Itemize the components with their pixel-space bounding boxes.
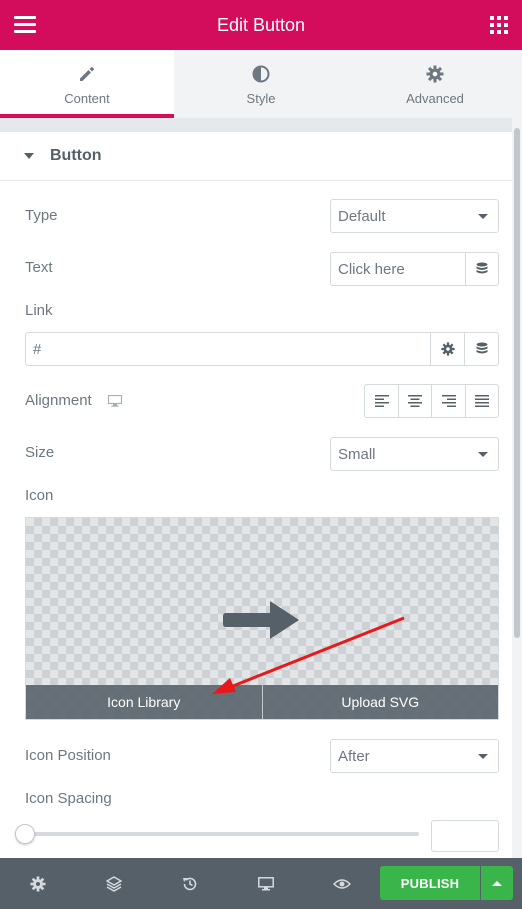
desktop-responsive-icon[interactable] <box>107 394 123 412</box>
tab-divider <box>0 118 522 132</box>
panel-title: Edit Button <box>216 14 306 35</box>
preview-eye-icon[interactable] <box>304 858 380 909</box>
link-control <box>25 332 499 366</box>
caret-down-icon <box>24 153 34 159</box>
icon-spacing-label: Icon Spacing <box>25 790 112 807</box>
icon-spacing-slider-handle[interactable] <box>15 824 35 844</box>
align-right-icon[interactable] <box>431 385 464 417</box>
icon-spacing-slider-track[interactable] <box>25 832 419 836</box>
tab-advanced-label: Advanced <box>406 90 464 106</box>
type-select-value: Default <box>338 207 386 225</box>
link-dynamic-tags-icon[interactable] <box>464 333 498 365</box>
caret-up-icon <box>492 880 502 886</box>
grid-icon[interactable] <box>490 16 508 34</box>
chevron-down-icon <box>478 452 488 457</box>
hamburger-icon[interactable] <box>14 16 36 34</box>
section-title: Button <box>50 147 102 164</box>
tab-advanced[interactable]: Advanced <box>348 50 522 118</box>
annotation-arrow-icon <box>212 616 405 694</box>
responsive-icon[interactable] <box>228 858 304 909</box>
size-select[interactable]: Small <box>330 437 499 471</box>
chevron-down-icon <box>478 754 488 759</box>
link-input[interactable] <box>26 333 430 365</box>
tab-content-label: Content <box>64 90 110 106</box>
panel-tabs: Content Style Advanced <box>0 50 522 118</box>
align-center-icon[interactable] <box>398 385 431 417</box>
icon-position-label: Icon Position <box>25 747 111 764</box>
half-circle-icon <box>252 63 270 85</box>
dynamic-tags-icon[interactable] <box>465 253 498 285</box>
tab-style[interactable]: Style <box>174 50 348 118</box>
gear-icon <box>426 63 444 85</box>
link-options-gear-icon[interactable] <box>430 333 464 365</box>
icon-label: Icon <box>25 487 54 504</box>
scrollbar-thumb[interactable] <box>514 128 520 638</box>
pencil-icon <box>78 63 96 85</box>
align-left-icon[interactable] <box>365 385 398 417</box>
align-justify-icon[interactable] <box>464 385 498 417</box>
type-select[interactable]: Default <box>330 199 499 233</box>
tab-content[interactable]: Content <box>0 50 174 118</box>
settings-icon[interactable] <box>0 858 76 909</box>
link-label: Link <box>25 302 53 319</box>
size-select-value: Small <box>338 445 376 463</box>
alignment-label: Alignment <box>25 392 92 409</box>
publish-button[interactable]: PUBLISH <box>380 866 480 900</box>
text-input[interactable] <box>331 253 465 285</box>
icon-position-select[interactable]: After <box>330 739 499 773</box>
panel-header: Edit Button <box>0 0 522 50</box>
section-button-header[interactable]: Button <box>0 132 512 181</box>
text-label: Text <box>25 259 53 276</box>
icon-position-value: After <box>338 747 370 765</box>
type-label: Type <box>25 207 58 224</box>
publish-options-button[interactable] <box>481 866 513 900</box>
history-icon[interactable] <box>152 858 228 909</box>
tab-style-label: Style <box>246 90 276 106</box>
text-control <box>330 252 499 286</box>
chevron-down-icon <box>478 214 488 219</box>
alignment-choices <box>364 384 499 418</box>
icon-spacing-input[interactable] <box>431 820 499 852</box>
size-label: Size <box>25 444 55 461</box>
layers-icon[interactable] <box>76 858 152 909</box>
